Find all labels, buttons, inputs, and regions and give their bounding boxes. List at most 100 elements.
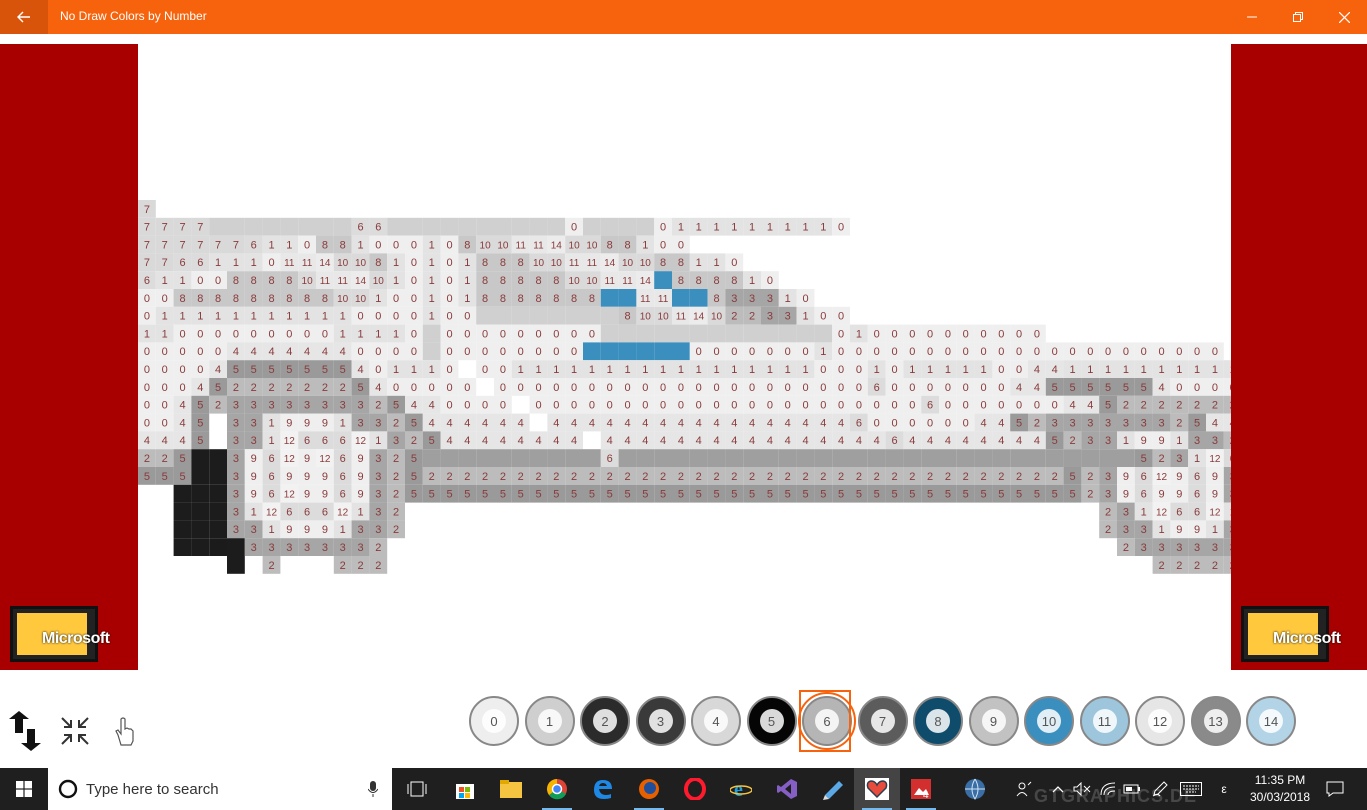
ad-banner-right[interactable]: Microsoft [1231, 44, 1367, 670]
pixel-number: 2 [909, 471, 915, 483]
pixel-number: 1 [1212, 364, 1218, 376]
pixel-number: 1 [162, 275, 168, 287]
file-explorer-app[interactable] [488, 768, 534, 810]
pixel-number: 3 [340, 400, 346, 412]
microphone-icon[interactable] [368, 781, 378, 797]
pixel-number: 3 [1176, 542, 1182, 554]
pixel-cell-blank [422, 449, 441, 467]
pixel-number: 0 [589, 328, 595, 340]
store-app[interactable] [442, 768, 488, 810]
hand-tool-button[interactable] [104, 710, 146, 752]
coloring-canvas[interactable]: 7 7 7 7 7 6 6 0 0 1 1 1 1 1 1 1 1 1 0 7 7 7 7 7 7 6 1 1 0 8 8 1 0 0 0 1 0 8 10… [0, 34, 1367, 684]
pixel-number: 6 [304, 506, 310, 518]
pixel-number: 0 [1016, 400, 1022, 412]
palette-color-5[interactable]: 5 [746, 696, 797, 746]
pixel-number: 0 [874, 417, 880, 429]
pixel-number: 5 [927, 489, 933, 501]
pixel-number: 4 [838, 435, 844, 447]
pixel-number: 5 [731, 489, 737, 501]
palette-color-6[interactable]: 6 [798, 692, 856, 750]
action-center-button[interactable] [1320, 768, 1350, 810]
internet-explorer-app[interactable]: e [718, 768, 764, 810]
palette-color-2[interactable]: 2 [580, 696, 630, 746]
photos-app[interactable]: 4 [898, 768, 944, 810]
pixel-number: 11 [533, 240, 544, 251]
edge-app[interactable] [580, 768, 626, 810]
back-button[interactable] [0, 0, 48, 34]
paint-app[interactable] [810, 768, 856, 810]
pixel-number: 12 [355, 436, 367, 447]
palette-color-14[interactable]: 14 [1246, 696, 1296, 746]
pixel-number: 8 [678, 257, 684, 269]
folder-icon [500, 780, 522, 798]
pixel-number: 4 [215, 364, 221, 376]
pixel-number: 3 [322, 400, 328, 412]
pixel-number: 4 [945, 435, 951, 447]
opera-app[interactable] [672, 768, 718, 810]
visual-studio-app[interactable] [764, 768, 810, 810]
taskbar-search[interactable]: Type here to search [48, 768, 392, 810]
pixel-number: 9 [286, 417, 292, 429]
palette-number: 6 [815, 709, 839, 733]
palette-color-13[interactable]: 13 [1190, 696, 1241, 746]
chrome-app[interactable] [534, 768, 580, 810]
start-button[interactable] [0, 768, 48, 810]
close-button[interactable] [1321, 0, 1367, 34]
pixel-number: 5 [535, 489, 541, 501]
pixel-number: 5 [179, 453, 185, 465]
colors-by-number-app[interactable] [854, 768, 900, 810]
firefox-app[interactable] [626, 768, 672, 810]
palette-color-12[interactable]: 12 [1135, 696, 1185, 746]
pixel-number: 9 [322, 524, 328, 536]
network-globe-app[interactable] [952, 768, 998, 810]
swap-tool-button[interactable] [4, 710, 46, 752]
pixel-number: 2 [518, 471, 524, 483]
pixel-grid[interactable]: 77 7 7 7 6 6 0 0 1 1 1 1 1 1 1 1 1 07 7 7 7 7 7 6 1 1 0 8 8 1 0 0 0 1 0 8 10… [0, 34, 1367, 684]
pixel-number: 4 [624, 417, 630, 429]
pixel-number: 6 [268, 453, 274, 465]
palette-color-3[interactable]: 3 [635, 696, 686, 746]
task-view-button[interactable] [394, 768, 440, 810]
pixel-number: 0 [927, 346, 933, 358]
palette-color-4[interactable]: 4 [691, 696, 741, 746]
ad-banner-left[interactable]: Microsoft [0, 44, 138, 670]
clock[interactable]: 11:35 PM 30/03/2018 [1240, 772, 1320, 806]
pixel-number: 4 [589, 417, 595, 429]
palette-color-11[interactable]: 11 [1079, 696, 1130, 746]
pixel-number: 1 [1176, 435, 1182, 447]
pixel-cell-filled [173, 484, 192, 503]
pixel-number: 9 [1123, 471, 1129, 483]
pixel-number: 14 [319, 258, 331, 269]
pixel-number: 0 [535, 328, 541, 340]
pixel-cell-filled [209, 538, 227, 556]
pixel-number: 5 [411, 417, 417, 429]
svg-text:4: 4 [923, 790, 929, 800]
pixel-number: 0 [518, 382, 524, 394]
pixel-number: 0 [909, 417, 915, 429]
pixel-cell-blank [565, 306, 583, 325]
palette-color-7[interactable]: 7 [857, 696, 908, 746]
pixel-number: 12 [1156, 472, 1168, 483]
pixel-number: 0 [179, 364, 185, 376]
pixel-cell-blank [814, 449, 833, 467]
restore-button[interactable] [1275, 0, 1321, 34]
shrink-tool-button[interactable] [54, 710, 96, 752]
pixel-number: 0 [731, 382, 737, 394]
pixel-number: 5 [1034, 489, 1040, 501]
minimize-button[interactable] [1229, 0, 1275, 34]
pixel-cell-blank [547, 306, 566, 325]
palette-color-10[interactable]: 10 [1024, 696, 1074, 746]
pixel-number: 0 [696, 382, 702, 394]
pixel-number: 1 [713, 257, 719, 269]
palette-color-9[interactable]: 9 [968, 696, 1019, 746]
pixel-number: 0 [464, 328, 470, 340]
pixel-number: 3 [375, 417, 381, 429]
palette-color-8[interactable]: 8 [913, 696, 963, 746]
input-language-button[interactable]: ε [1214, 768, 1234, 810]
palette-color-0[interactable]: 0 [469, 696, 519, 746]
pixel-number: 3 [1212, 542, 1218, 554]
pixel-cell-blank [956, 449, 975, 467]
pixel-cell-blank [565, 449, 583, 467]
pixel-number: 2 [785, 471, 791, 483]
palette-color-1[interactable]: 1 [524, 696, 575, 746]
